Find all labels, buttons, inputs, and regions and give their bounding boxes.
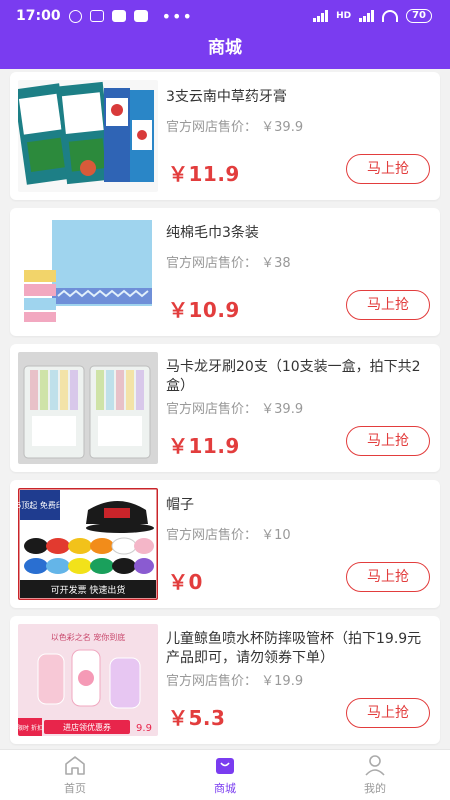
tab-mine[interactable]: 我的 xyxy=(300,750,450,800)
reference-price-label: 官方网店售价： xyxy=(166,120,258,135)
tab-mall-label: 商城 xyxy=(214,782,236,795)
store-app-icon xyxy=(133,10,148,22)
cup-promo-tag: 限时 折扣 xyxy=(18,724,43,732)
cup-badge-price: 9.9 xyxy=(136,723,152,734)
tab-mall[interactable]: 商城 xyxy=(150,750,300,800)
reference-price: 官方网店售价： ￥38 xyxy=(166,252,291,271)
reference-price-value: ￥39.9 xyxy=(261,402,304,417)
buy-now-button[interactable]: 马上抢 xyxy=(346,154,430,184)
battery-icon: 70 xyxy=(406,9,432,23)
sale-price: ￥5.3 xyxy=(168,706,226,730)
bag-icon xyxy=(216,758,234,774)
home-icon xyxy=(65,756,85,775)
page-title: 商城 xyxy=(208,38,242,58)
product-list[interactable]: 3支云南中草药牙膏 官方网店售价： ￥39.9 ￥11.9 马上抢 纯棉毛巾3条… xyxy=(0,69,450,749)
tab-home[interactable]: 首页 xyxy=(0,750,150,800)
sale-price: ￥0 xyxy=(168,570,203,594)
reference-price-value: ￥10 xyxy=(261,528,291,543)
message-icon xyxy=(89,10,104,22)
bottom-tab-bar: 首页 商城 我的 xyxy=(0,749,450,800)
reference-price-value: ￥39.9 xyxy=(261,120,304,135)
product-name: 帽子 xyxy=(166,497,194,513)
cap-footer-text: 可开发票 快速出货 xyxy=(51,584,126,596)
cup-coupon-text: 进店领优惠券 xyxy=(63,722,111,732)
status-time: 17:00 xyxy=(16,8,61,24)
status-bar: 17:00 ••• HD 70 xyxy=(0,0,450,32)
toothbrush-image[interactable] xyxy=(18,352,158,464)
network-type: HD xyxy=(336,11,352,21)
product-name: 儿童鲸鱼喷水杯防摔吸管杯（拍下19.9元产品即可，请勿领券下单） xyxy=(166,631,422,666)
buy-now-button[interactable]: 马上抢 xyxy=(346,426,430,456)
sale-price: ￥10.9 xyxy=(168,298,240,322)
product-name: 3支云南中草药牙膏 xyxy=(166,89,287,105)
product-card[interactable]: 3支云南中草药牙膏 官方网店售价： ￥39.9 ￥11.9 马上抢 xyxy=(10,72,440,200)
towel-image[interactable] xyxy=(18,216,158,328)
reference-price: 官方网店售价： ￥10 xyxy=(166,524,291,543)
wifi-icon xyxy=(382,10,399,22)
signal-icon-2 xyxy=(359,10,375,22)
sale-price: ￥11.9 xyxy=(168,434,240,458)
reference-price: 官方网店售价： ￥39.9 xyxy=(166,116,303,135)
reference-price-value: ￥19.9 xyxy=(261,674,304,689)
alarm-icon xyxy=(68,9,82,23)
product-card[interactable]: 以色彩之名 宠你到底 限时 折扣 进店领优惠券 9.9 儿童鲸鱼喷水杯防摔吸管杯… xyxy=(10,616,440,744)
product-name: 马卡龙牙刷20支（10支装一盒，拍下共2盒） xyxy=(166,359,421,394)
reference-price-value: ￥38 xyxy=(261,256,291,271)
product-name: 纯棉毛巾3条装 xyxy=(166,225,259,241)
product-card[interactable]: 5顶起 免费印 可开发票 快速出货 帽子 官方网店售价： ￥10 ￥0 马上抢 xyxy=(10,480,440,608)
reference-price-label: 官方网店售价： xyxy=(166,674,258,689)
buy-now-button[interactable]: 马上抢 xyxy=(346,698,430,728)
buy-now-button[interactable]: 马上抢 xyxy=(346,290,430,320)
tab-mine-label: 我的 xyxy=(364,782,386,795)
reference-price: 官方网店售价： ￥19.9 xyxy=(166,670,303,689)
tab-home-label: 首页 xyxy=(64,782,86,795)
app-header: 17:00 ••• HD 70 商城 xyxy=(0,0,450,69)
sale-price: ￥11.9 xyxy=(168,162,240,186)
user-icon xyxy=(365,755,385,776)
product-card[interactable]: 马卡龙牙刷20支（10支装一盒，拍下共2盒） 官方网店售价： ￥39.9 ￥11… xyxy=(10,344,440,472)
product-card[interactable]: 纯棉毛巾3条装 官方网店售价： ￥38 ￥10.9 马上抢 xyxy=(10,208,440,336)
reference-price-label: 官方网店售价： xyxy=(166,256,258,271)
video-app-icon xyxy=(111,10,126,22)
buy-now-button[interactable]: 马上抢 xyxy=(346,562,430,592)
signal-icon xyxy=(313,10,329,22)
reference-price-label: 官方网店售价： xyxy=(166,528,258,543)
cup-headline-text: 以色彩之名 宠你到底 xyxy=(51,632,126,642)
cap-image[interactable]: 5顶起 免费印 可开发票 快速出货 xyxy=(18,488,158,600)
reference-price: 官方网店售价： ￥39.9 xyxy=(166,398,303,417)
reference-price-label: 官方网店售价： xyxy=(166,402,258,417)
cup-image[interactable]: 以色彩之名 宠你到底 限时 折扣 进店领优惠券 9.9 xyxy=(18,624,158,736)
cap-badge-text: 5顶起 免费印 xyxy=(18,500,64,510)
toothpaste-image[interactable] xyxy=(18,80,158,192)
more-notifications-icon: ••• xyxy=(161,6,193,26)
